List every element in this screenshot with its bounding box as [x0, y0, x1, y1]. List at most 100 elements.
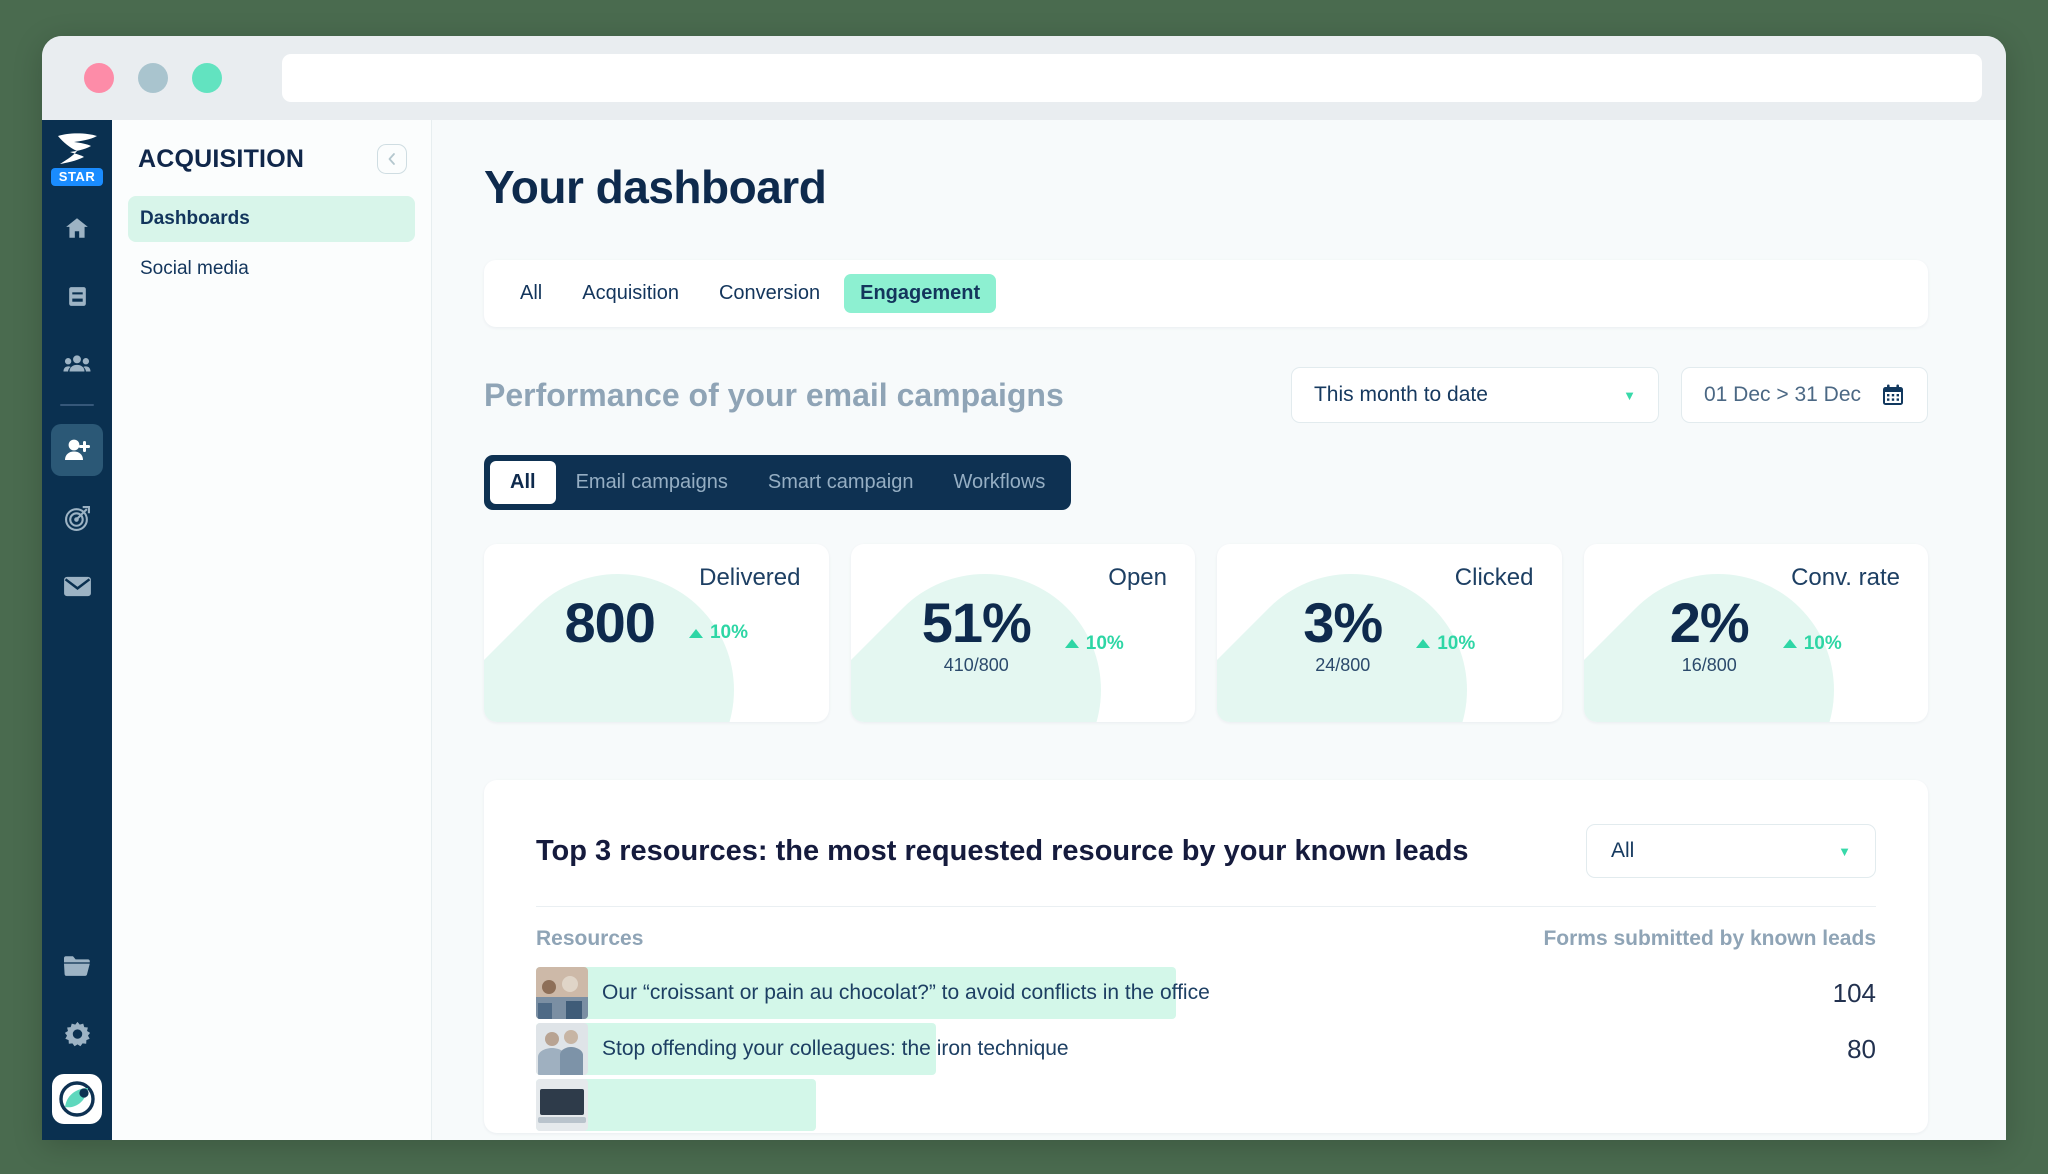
kpi-value: 51% — [921, 591, 1032, 654]
kpi-cards: Delivered 800 10% Open 51% 410/800 10% C… — [484, 544, 1928, 722]
sidebar-item-campaigns[interactable] — [51, 492, 103, 544]
resources-filter-value: All — [1611, 839, 1635, 862]
kpi-delta-value: 10% — [709, 622, 748, 644]
sidebar-item-dashboards[interactable]: Dashboards — [128, 196, 415, 242]
table-row[interactable] — [536, 1077, 1876, 1133]
period-select[interactable]: This month to date ▼ — [1290, 367, 1659, 423]
kpi-subvalue: 410/800 — [943, 654, 1009, 675]
kpi-card-delivered: Delivered 800 10% — [484, 544, 829, 722]
resources-table-header: Resources Forms submitted by known leads — [536, 906, 1876, 965]
address-bar[interactable] — [282, 54, 1982, 102]
sidebar-item-library[interactable] — [51, 270, 103, 322]
trend-up-icon — [688, 628, 703, 638]
close-window-button[interactable] — [84, 63, 114, 93]
resource-name: Our “croissant or pain au chocolat?” to … — [602, 981, 1210, 1004]
chevron-down-icon: ▼ — [1623, 387, 1636, 403]
kpi-card-open: Open 51% 410/800 10% — [850, 544, 1195, 722]
sidebar-item-social-media[interactable]: Social media — [128, 246, 415, 292]
kpi-delta-value: 10% — [1085, 632, 1124, 654]
mail-icon — [63, 576, 91, 596]
sidebar-title: ACQUISITION — [138, 144, 305, 173]
dashboard-tabs: All Acquisition Conversion Engagement — [484, 260, 1928, 327]
maximize-window-button[interactable] — [192, 63, 222, 93]
kpi-label: Clicked — [1454, 564, 1534, 591]
tab-engagement[interactable]: Engagement — [844, 274, 997, 313]
photo-icon — [536, 1079, 588, 1131]
date-range-picker[interactable]: 01 Dec > 31 Dec — [1680, 367, 1928, 423]
resources-filter-select[interactable]: All ▼ — [1586, 824, 1876, 878]
panel-header: Top 3 resources: the most requested reso… — [536, 824, 1876, 878]
rail-divider — [60, 404, 94, 406]
photo-icon — [536, 1023, 588, 1075]
campaign-type-segmented: All Email campaigns Smart campaign Workf… — [484, 455, 1072, 510]
resource-count: 80 — [1847, 1033, 1876, 1064]
kpi-value: 3% — [1303, 591, 1383, 654]
add-contact-icon — [65, 439, 90, 460]
kpi-label: Delivered — [699, 564, 801, 591]
sidebar-item-acquisition[interactable] — [51, 424, 103, 476]
brand-logo[interactable]: STAR — [50, 130, 104, 186]
kpi-value: 2% — [1669, 591, 1750, 654]
page-title: Your dashboard — [484, 161, 827, 213]
kpi-label: Open — [1108, 564, 1167, 591]
section-header: Performance of your email campaigns This… — [484, 367, 1928, 423]
leaf-logo-icon — [59, 1081, 95, 1117]
folder-icon — [64, 956, 90, 976]
gear-icon — [64, 1021, 90, 1046]
kpi-card-conv-rate: Conv. rate 2% 16/800 10% — [1583, 544, 1928, 722]
browser-window: STAR ACQUISITION Dashboards Social media… — [42, 36, 2006, 1140]
minimize-window-button[interactable] — [138, 63, 168, 93]
icon-rail: STAR — [42, 120, 112, 1140]
column-header-resources: Resources — [536, 927, 644, 950]
sidebar-item-settings[interactable] — [51, 1008, 103, 1060]
resource-thumbnail — [536, 967, 588, 1019]
kpi-card-clicked: Clicked 3% 24/800 10% — [1217, 544, 1562, 722]
column-header-forms: Forms submitted by known leads — [1543, 927, 1876, 950]
sidebar-item-contacts[interactable] — [51, 338, 103, 390]
photo-icon — [536, 967, 588, 1019]
segment-workflows[interactable]: Workflows — [933, 461, 1065, 504]
sidebar-item-home[interactable] — [51, 202, 103, 254]
kpi-delta: 10% — [1064, 632, 1124, 655]
resource-name: Stop offending your colleagues: the iron… — [602, 1037, 1069, 1060]
segment-smart-campaign[interactable]: Smart campaign — [748, 461, 934, 504]
trend-up-icon — [1782, 639, 1797, 649]
rail-bottom-group — [51, 924, 103, 1124]
resource-count: 104 — [1832, 977, 1876, 1008]
kpi-delta-value: 10% — [1437, 632, 1476, 654]
browser-chrome — [42, 36, 2006, 120]
contacts-icon — [63, 355, 91, 372]
sidebar-item-email[interactable] — [51, 560, 103, 612]
top-resources-panel: Top 3 resources: the most requested reso… — [484, 780, 1928, 1133]
kpi-delta: 10% — [688, 622, 748, 644]
sidebar-item-files[interactable] — [51, 940, 103, 992]
brand-mark-icon — [58, 133, 97, 164]
chevron-down-icon: ▼ — [1838, 843, 1851, 859]
table-row[interactable]: Our “croissant or pain au chocolat?” to … — [536, 965, 1876, 1021]
kpi-delta: 10% — [1416, 633, 1475, 655]
window-controls — [84, 63, 222, 93]
trend-up-icon — [1416, 639, 1431, 649]
kpi-delta-value: 10% — [1803, 632, 1842, 654]
kpi-value: 800 — [564, 591, 656, 654]
main-content: Your dashboard All Acquisition Conversio… — [432, 120, 2006, 1140]
resource-thumbnail — [536, 1023, 588, 1075]
star-badge: STAR — [50, 168, 104, 186]
trend-up-icon — [1064, 639, 1079, 649]
tab-all[interactable]: All — [504, 274, 558, 313]
target-icon — [64, 505, 90, 531]
sidebar-header: ACQUISITION — [128, 144, 415, 174]
app-body: STAR ACQUISITION Dashboards Social media… — [42, 120, 2006, 1140]
collapse-sidebar-button[interactable] — [377, 144, 407, 174]
segment-all[interactable]: All — [490, 461, 556, 504]
kpi-delta: 10% — [1782, 632, 1842, 655]
panel-title: Top 3 resources: the most requested reso… — [536, 834, 1469, 867]
tab-conversion[interactable]: Conversion — [703, 274, 836, 313]
date-range-value: 01 Dec > 31 Dec — [1703, 383, 1861, 406]
segment-email-campaigns[interactable]: Email campaigns — [556, 461, 748, 504]
table-row[interactable]: Stop offending your colleagues: the iron… — [536, 1021, 1876, 1077]
kpi-subvalue: 24/800 — [1315, 654, 1371, 675]
account-logo[interactable] — [52, 1074, 102, 1124]
tab-acquisition[interactable]: Acquisition — [566, 274, 695, 313]
resource-thumbnail — [536, 1079, 588, 1131]
